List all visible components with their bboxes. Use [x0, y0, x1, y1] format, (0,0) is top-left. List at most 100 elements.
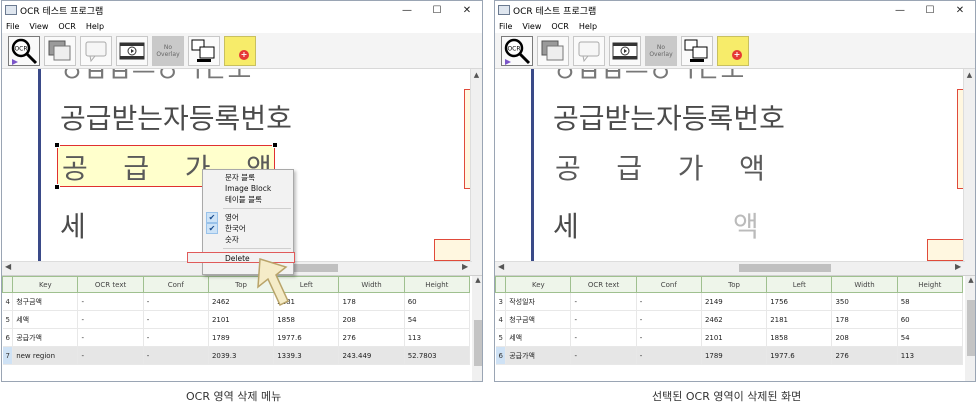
column-header-key[interactable]: Key: [505, 276, 572, 293]
ocr-bubble-button[interactable]: [80, 35, 112, 66]
cell-left[interactable]: 1339.3: [273, 346, 340, 365]
cell-left[interactable]: 2181: [766, 310, 833, 329]
menu-view[interactable]: View: [29, 22, 48, 31]
video-button[interactable]: [609, 35, 641, 66]
cell-key[interactable]: new region: [12, 346, 79, 365]
screen-capture-button[interactable]: [188, 35, 220, 66]
cell-ocr-text[interactable]: -: [570, 346, 637, 365]
close-button[interactable]: ✕: [452, 1, 482, 19]
select-layer-button[interactable]: [537, 35, 569, 66]
cell-ocr-text[interactable]: -: [77, 292, 144, 311]
close-button[interactable]: ✕: [945, 1, 975, 19]
cell-height[interactable]: 60: [404, 292, 471, 311]
no-overlay-button[interactable]: No Overlay: [152, 35, 184, 66]
scroll-up-arrow-icon[interactable]: ▲: [472, 276, 482, 288]
menu-item-image-block[interactable]: Image Block: [203, 183, 293, 194]
ocr-bubble-button[interactable]: [573, 35, 605, 66]
cell-conf[interactable]: -: [636, 292, 702, 311]
scroll-left-arrow-icon[interactable]: ◀: [498, 262, 504, 271]
cell-height[interactable]: 54: [897, 328, 964, 347]
cell-width[interactable]: 208: [338, 310, 405, 329]
cell-conf[interactable]: -: [143, 292, 209, 311]
menu-item-text-block[interactable]: 문자 블록: [203, 172, 293, 183]
menu-item-table-block[interactable]: 테이블 블록: [203, 194, 293, 205]
cell-key[interactable]: 공급가액: [12, 328, 79, 347]
cell-height[interactable]: 60: [897, 310, 964, 329]
cell-key[interactable]: 청구금액: [12, 292, 79, 311]
cell-key[interactable]: 세액: [12, 310, 79, 329]
scroll-up-arrow-icon[interactable]: ▲: [965, 276, 975, 288]
menu-item-english[interactable]: ✔ 영어: [203, 212, 293, 223]
cell-key[interactable]: 작성일자: [505, 292, 572, 311]
cell-height[interactable]: 58: [897, 292, 964, 311]
cell-width[interactable]: 178: [338, 292, 405, 311]
canvas-horizontal-scrollbar[interactable]: ◀ ▶: [495, 261, 965, 273]
column-header-left[interactable]: Left: [766, 276, 833, 293]
cell-width[interactable]: 178: [831, 310, 898, 329]
cell-top[interactable]: 2149: [701, 292, 768, 311]
cell-conf[interactable]: -: [636, 310, 702, 329]
cell-height[interactable]: 52.7803: [404, 346, 471, 365]
cell-ocr-text[interactable]: -: [570, 328, 637, 347]
cell-key[interactable]: 세액: [505, 328, 572, 347]
no-overlay-button[interactable]: No Overlay: [645, 35, 677, 66]
cell-ocr-text[interactable]: -: [570, 310, 637, 329]
table-scroll-thumb[interactable]: [967, 300, 975, 356]
cell-conf[interactable]: -: [143, 328, 209, 347]
screen-capture-button[interactable]: [681, 35, 713, 66]
cell-conf[interactable]: -: [636, 328, 702, 347]
cell-top[interactable]: 2101: [701, 328, 768, 347]
menu-ocr[interactable]: OCR: [58, 22, 75, 31]
menu-file[interactable]: File: [6, 22, 19, 31]
table-vertical-scrollbar[interactable]: ▲: [472, 276, 482, 381]
cell-left[interactable]: 1858: [766, 328, 833, 347]
cell-key[interactable]: 청구금액: [505, 310, 572, 329]
cell-ocr-text[interactable]: -: [77, 346, 144, 365]
table-row-selected[interactable]: 6 공급가액 - - 1789 1977.6 276 113: [495, 346, 964, 365]
menu-help[interactable]: Help: [579, 22, 597, 31]
cell-width[interactable]: 243.449: [338, 346, 405, 365]
menu-view[interactable]: View: [522, 22, 541, 31]
column-header-conf[interactable]: Conf: [635, 276, 702, 293]
resize-handle[interactable]: [54, 184, 60, 190]
cell-key[interactable]: 공급가액: [505, 346, 572, 365]
menu-ocr[interactable]: OCR: [551, 22, 568, 31]
cell-height[interactable]: 113: [404, 328, 471, 347]
cell-top[interactable]: 1789: [701, 346, 768, 365]
table-row[interactable]: 5 세액 - - 2101 1858 208 54: [2, 310, 471, 329]
column-header-ocr-text[interactable]: OCR text: [570, 276, 637, 293]
video-button[interactable]: [116, 35, 148, 66]
table-row[interactable]: 4 청구금액 - - 2462 2181 178 60: [2, 292, 471, 311]
cell-ocr-text[interactable]: -: [77, 310, 144, 329]
cell-top[interactable]: 1789: [208, 328, 275, 347]
canvas-vertical-scrollbar[interactable]: ▲: [470, 69, 482, 261]
column-header-key[interactable]: Key: [12, 276, 79, 293]
add-region-button[interactable]: +: [224, 35, 256, 66]
add-region-button[interactable]: +: [717, 35, 749, 66]
column-header-top[interactable]: Top: [700, 276, 768, 293]
cell-height[interactable]: 54: [404, 310, 471, 329]
resize-handle[interactable]: [272, 142, 278, 148]
maximize-button[interactable]: ☐: [915, 1, 945, 19]
cell-height[interactable]: 113: [897, 346, 964, 365]
maximize-button[interactable]: ☐: [422, 1, 452, 19]
table-row[interactable]: 6 공급가액 - - 1789 1977.6 276 113: [2, 328, 471, 347]
document-canvas[interactable]: ㅇㅂㅂㅡㅇㄱㄴㅗ 공급받는자등록번호 공 급 가 액 세 액: [495, 69, 965, 261]
cell-width[interactable]: 276: [831, 346, 898, 365]
scroll-up-arrow-icon[interactable]: ▲: [471, 69, 482, 81]
scroll-right-arrow-icon[interactable]: ▶: [462, 262, 468, 271]
cell-top[interactable]: 2462: [701, 310, 768, 329]
column-header-ocr-text[interactable]: OCR text: [77, 276, 144, 293]
table-vertical-scrollbar[interactable]: ▲: [965, 276, 975, 381]
column-header-width[interactable]: Width: [831, 276, 898, 293]
menu-item-number[interactable]: 숫자: [203, 234, 293, 245]
ocr-run-button[interactable]: OCR: [8, 35, 40, 66]
menu-help[interactable]: Help: [86, 22, 104, 31]
menu-file[interactable]: File: [499, 22, 512, 31]
resize-handle[interactable]: [54, 142, 60, 148]
column-header-width[interactable]: Width: [338, 276, 405, 293]
table-row[interactable]: 5 세액 - - 2101 1858 208 54: [495, 328, 964, 347]
canvas-vertical-scrollbar[interactable]: ▲: [963, 69, 975, 261]
cell-width[interactable]: 208: [831, 328, 898, 347]
cell-left[interactable]: 1977.6: [766, 346, 833, 365]
